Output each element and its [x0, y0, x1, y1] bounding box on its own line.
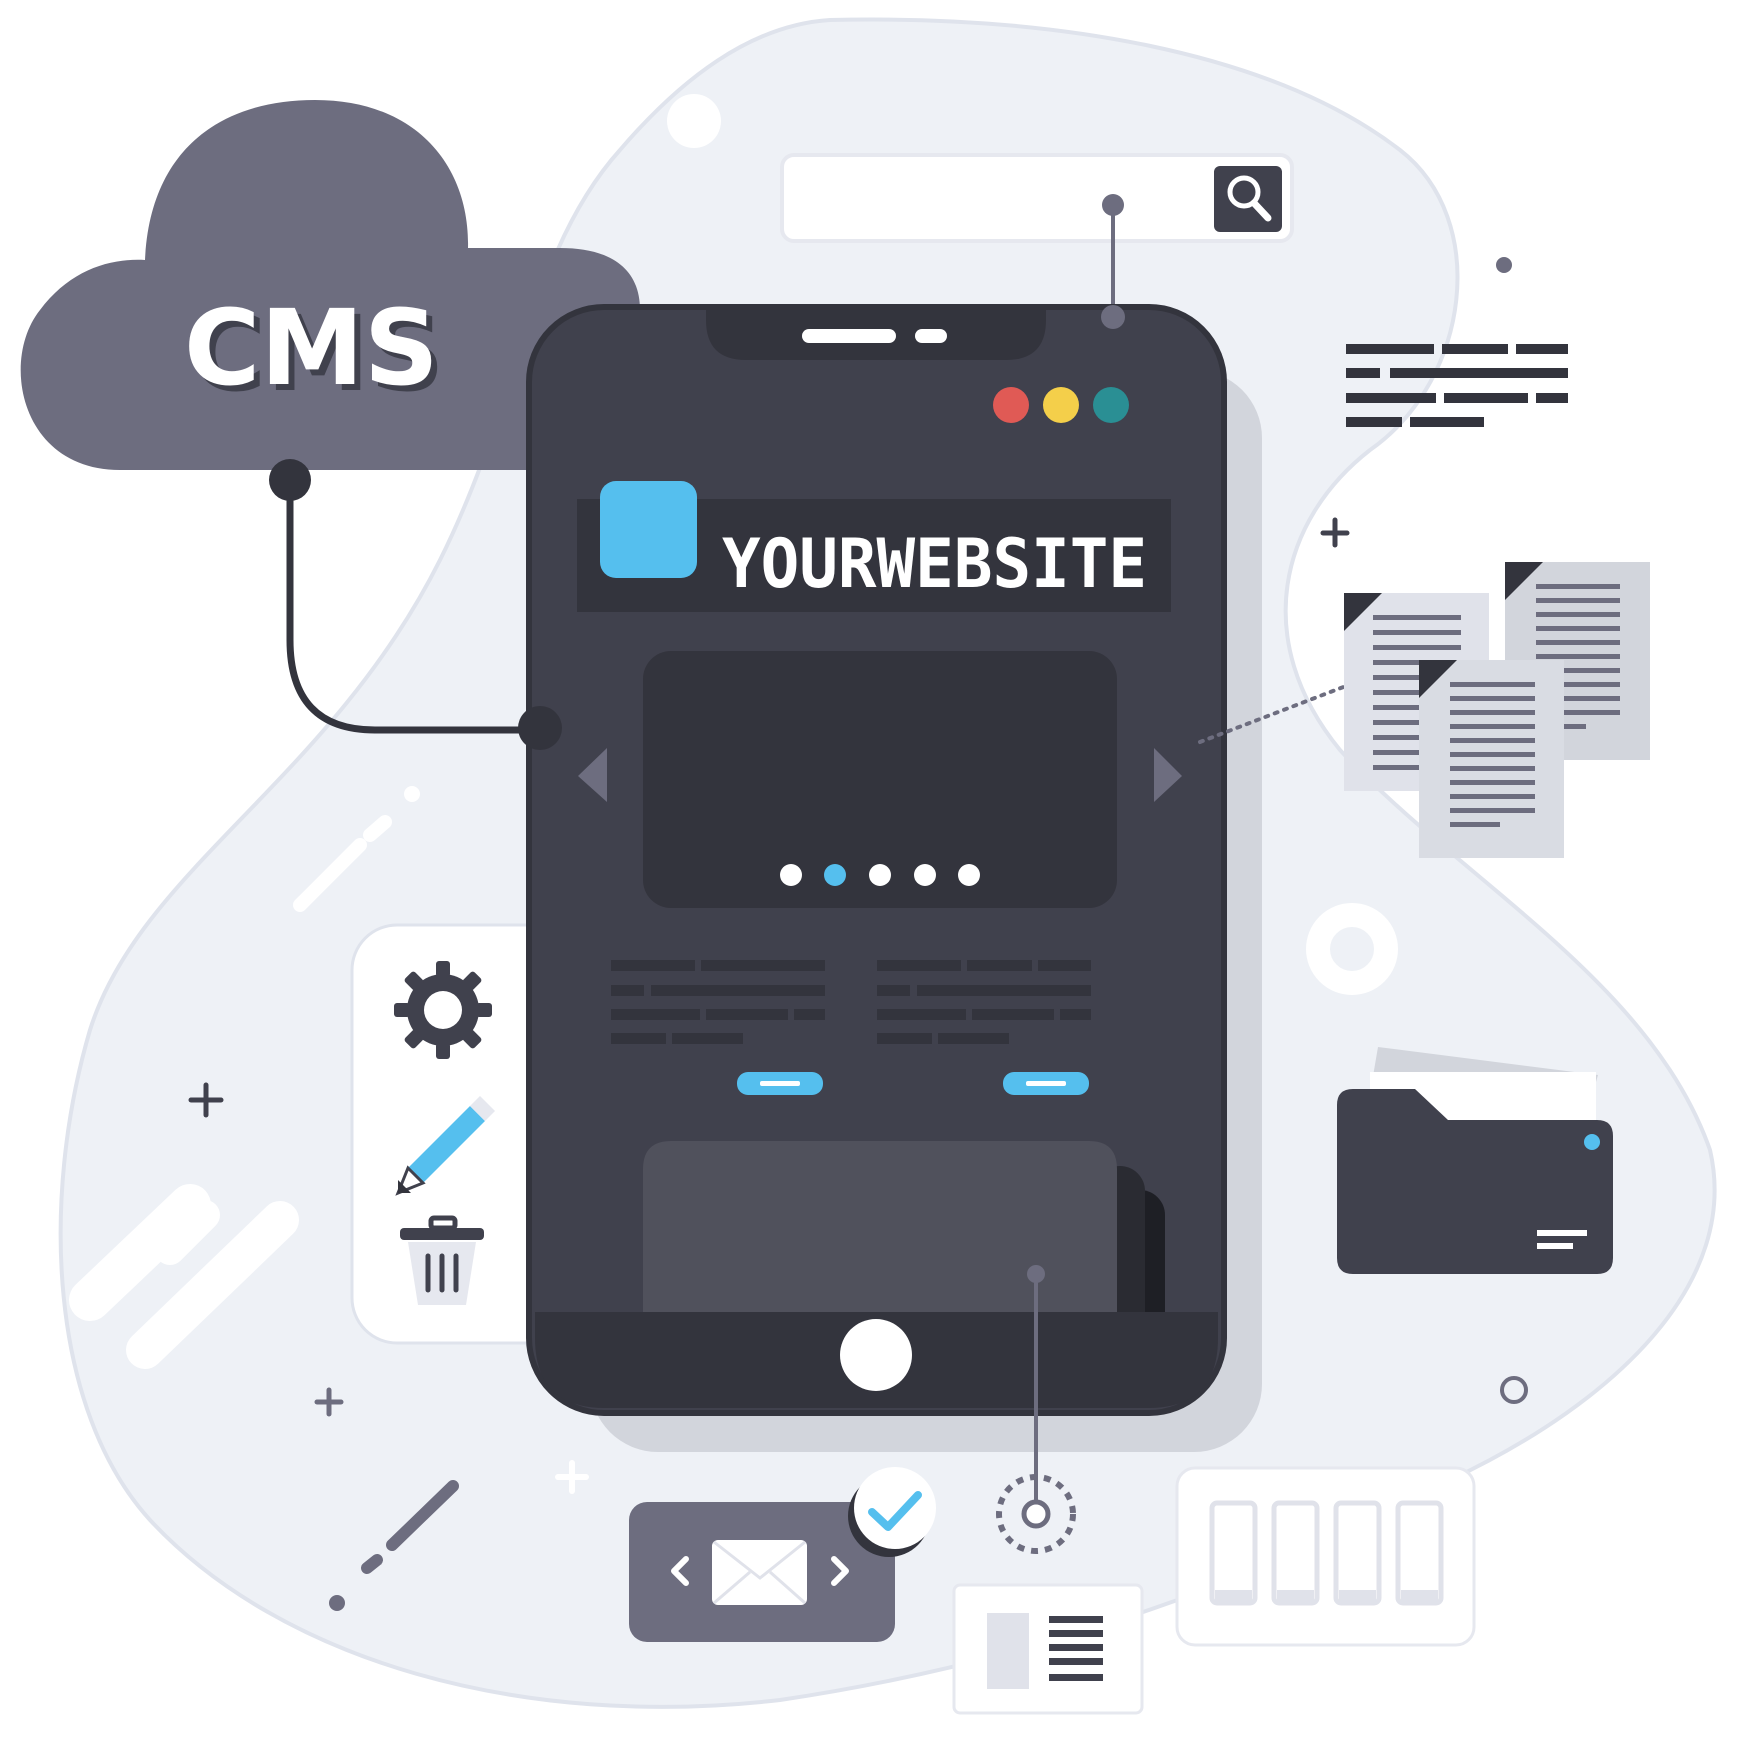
deco-slash	[361, 1554, 383, 1574]
deco-dot	[1496, 257, 1512, 273]
cms-illustration: CMS CMS YOURWEBSITE	[20, 17, 1717, 1715]
window-dot-yellow[interactable]	[1043, 387, 1079, 423]
deco-dot	[329, 1595, 345, 1611]
deco-circle	[1595, 449, 1619, 473]
carousel-dot[interactable]	[958, 864, 980, 886]
list-card-thumb	[987, 1613, 1029, 1689]
folder-status-dot	[1584, 1134, 1600, 1150]
carousel-dot[interactable]	[914, 864, 936, 886]
search-connector-dot	[1102, 194, 1124, 216]
file-slot[interactable]	[1209, 1500, 1258, 1606]
file-slot[interactable]	[1333, 1500, 1382, 1606]
search-button[interactable]	[1214, 166, 1282, 232]
envelope-icon[interactable]	[712, 1540, 807, 1605]
read-more-button-left[interactable]	[737, 1072, 823, 1095]
file-slot[interactable]	[1271, 1500, 1320, 1606]
cms-label: CMS	[184, 287, 439, 409]
window-dot-teal[interactable]	[1093, 387, 1129, 423]
home-button[interactable]	[840, 1319, 912, 1391]
target-center	[1021, 1499, 1051, 1529]
carousel-dot[interactable]	[780, 864, 802, 886]
file-slot[interactable]	[1395, 1500, 1444, 1606]
phone-camera	[915, 329, 947, 343]
site-logo[interactable]	[600, 481, 697, 578]
document-page	[1419, 660, 1564, 858]
search-connector-anchor	[1101, 305, 1125, 329]
deco-dot	[404, 786, 420, 802]
check-badge[interactable]	[854, 1467, 936, 1549]
deco-circle	[667, 94, 721, 148]
card-connector-dot	[1027, 1265, 1045, 1283]
folder-icon[interactable]	[1337, 1047, 1613, 1274]
site-brand[interactable]: YOURWEBSITE	[722, 525, 1147, 604]
gear-icon[interactable]	[394, 961, 492, 1059]
plus-icon	[1320, 517, 1350, 548]
cable-anchor	[518, 706, 562, 750]
list-card[interactable]	[952, 1583, 1144, 1715]
deco-streak	[363, 815, 392, 842]
carousel-dot[interactable]	[824, 864, 846, 886]
phone-speaker	[802, 329, 896, 343]
window-dot-red[interactable]	[993, 387, 1029, 423]
read-more-button-right[interactable]	[1003, 1072, 1089, 1095]
carousel-dot[interactable]	[869, 864, 891, 886]
